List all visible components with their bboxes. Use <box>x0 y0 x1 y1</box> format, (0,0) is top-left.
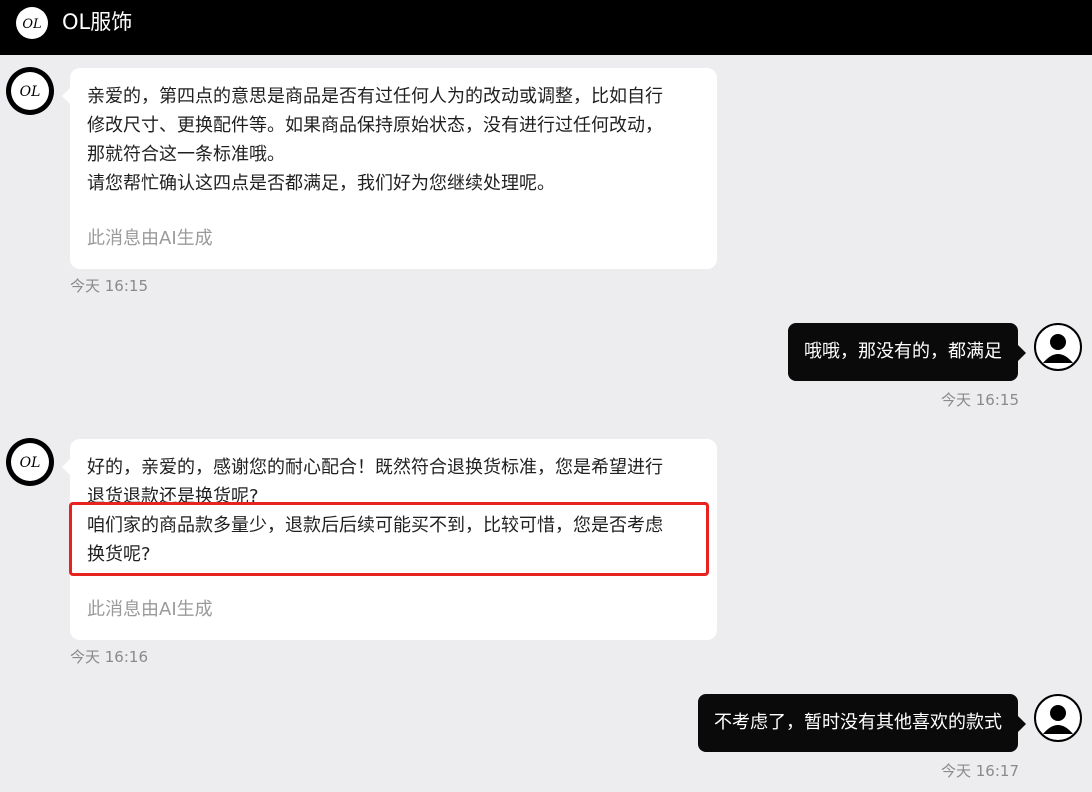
ol-logo-icon: OL <box>20 455 41 471</box>
message-text: 亲爱的，第四点的意思是商品是否有过任何人为的改动或调整，比如自行 <box>87 86 663 107</box>
shop-title: OL服饰 <box>62 10 133 34</box>
message-timestamp: 今天 16:15 <box>941 391 1019 409</box>
shop-avatar[interactable]: OL <box>6 438 54 486</box>
chat-header: OL OL服饰 <box>0 0 1092 55</box>
outgoing-message-bubble[interactable]: 不考虑了，暂时没有其他喜欢的款式 <box>698 694 1026 752</box>
message-text: 那就符合这一条标准哦。 <box>87 144 285 165</box>
message-timestamp: 今天 16:16 <box>70 648 148 666</box>
message-text: 修改尺寸、更换配件等。如果商品保持原始状态，没有进行过任何改动， <box>87 115 663 136</box>
incoming-message-bubble[interactable]: 亲爱的，第四点的意思是商品是否有过任何人为的改动或调整，比如自行 修改尺寸、更换… <box>62 68 717 269</box>
ol-logo-icon: OL <box>22 17 41 31</box>
ol-logo-icon: OL <box>20 84 41 100</box>
message-timestamp: 今天 16:15 <box>70 277 148 295</box>
shop-logo[interactable]: OL <box>16 7 48 39</box>
message-text: 换货呢? <box>87 544 151 565</box>
message-text: 咱们家的商品款多量少，退款后后续可能买不到，比较可惜，您是否考虑 <box>87 515 663 536</box>
user-avatar-icon[interactable] <box>1034 323 1082 371</box>
user-avatar-icon[interactable] <box>1034 694 1082 742</box>
shop-avatar[interactable]: OL <box>6 67 54 115</box>
message-timestamp: 今天 16:17 <box>941 762 1019 780</box>
ai-generated-note: 此消息由AI生成 <box>87 599 213 620</box>
ai-generated-note: 此消息由AI生成 <box>87 228 213 249</box>
svg-text:OL: OL <box>22 17 41 31</box>
message-text: 请您帮忙确认这四点是否都满足，我们好为您继续处理呢。 <box>87 173 555 194</box>
message-text: 好的，亲爱的，感谢您的耐心配合！既然符合退换货标准，您是希望进行 <box>87 457 663 478</box>
svg-text:OL: OL <box>20 84 41 100</box>
incoming-message-bubble[interactable]: 好的，亲爱的，感谢您的耐心配合！既然符合退换货标准，您是希望进行 退货退款还是换… <box>62 439 717 640</box>
outgoing-message-bubble[interactable]: 哦哦，那没有的，都满足 <box>788 323 1026 381</box>
svg-text:OL: OL <box>20 455 41 471</box>
message-text: 退货退款还是换货呢? <box>87 486 259 507</box>
